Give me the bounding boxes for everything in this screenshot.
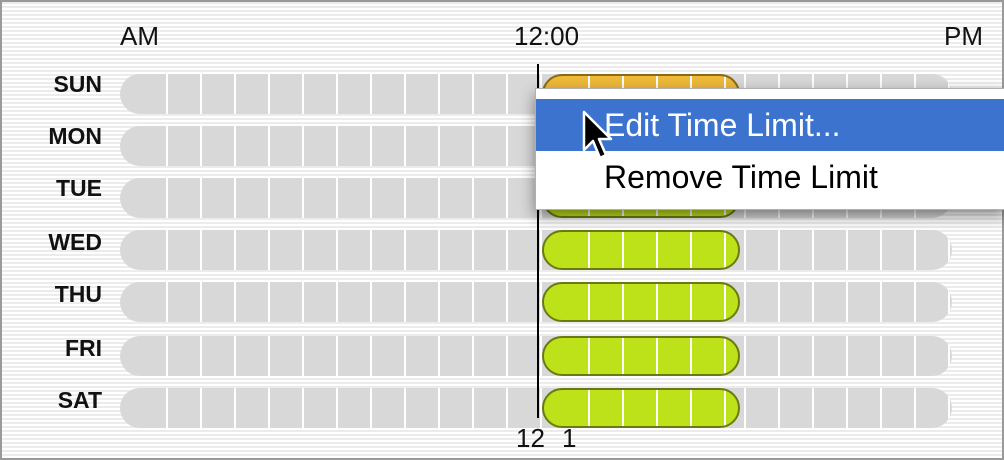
day-track-wed[interactable] (120, 230, 952, 270)
tick-label-12: 12 (516, 423, 545, 453)
time-limit-schedule-panel: AM 12:00 PM SUN MON TUE WED THU FRI SAT … (0, 0, 1004, 460)
day-label-mon: MON (48, 123, 102, 149)
day-label-sat: SAT (57, 387, 102, 413)
day-track-fri[interactable] (120, 336, 952, 376)
day-label-fri: FRI (64, 335, 102, 361)
time-limit-block-wed[interactable] (542, 230, 740, 270)
tick-label-1: 1 (562, 423, 577, 453)
time-limit-block-fri[interactable] (542, 336, 740, 376)
day-label-thu: THU (54, 281, 102, 307)
noon-label: 12:00 (514, 21, 580, 51)
time-limit-block-thu[interactable] (542, 282, 740, 322)
arrow-cursor-icon (582, 110, 613, 160)
am-label: AM (120, 21, 159, 51)
pm-label: PM (944, 21, 983, 51)
day-label-wed: WED (48, 229, 102, 255)
day-label-tue: TUE (56, 175, 102, 201)
day-track-thu[interactable] (120, 282, 952, 322)
day-label-sun: SUN (53, 71, 102, 97)
